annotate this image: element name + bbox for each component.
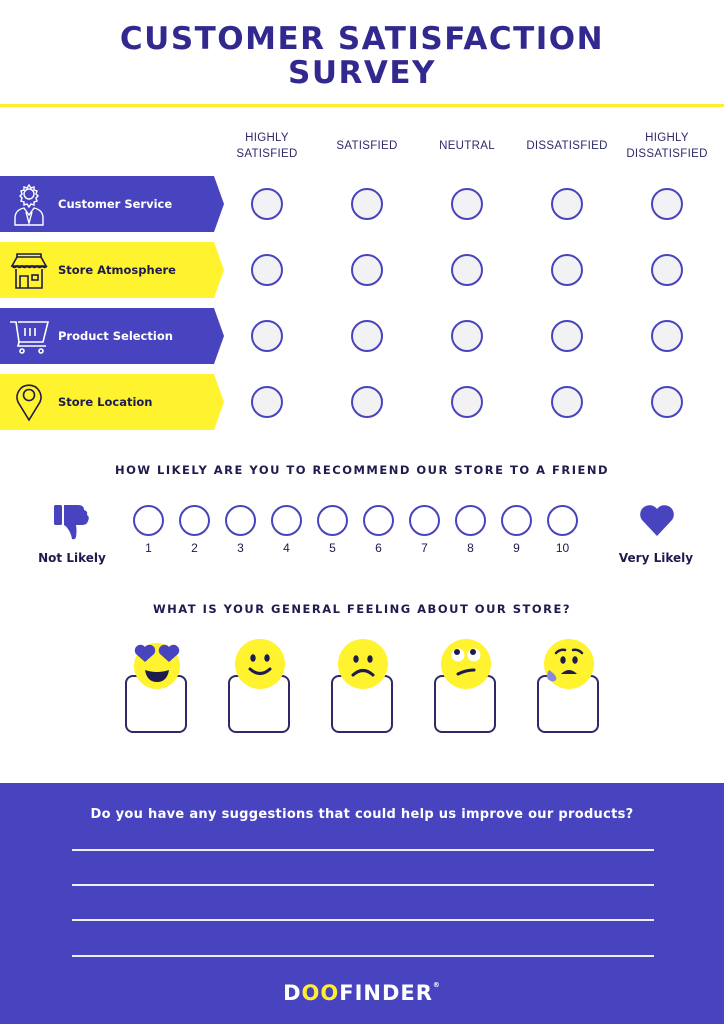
radio-store-location-dissatisfied[interactable] [551, 386, 583, 418]
column-header-satisfied: SATISFIED [336, 140, 398, 152]
smile-emoji-icon [234, 638, 286, 694]
eye-roll-emoji-icon [440, 638, 492, 694]
heart-icon [638, 503, 676, 541]
radio-store-location-neutral[interactable] [451, 386, 483, 418]
radio-product-selection-dissatisfied[interactable] [551, 320, 583, 352]
recommend-option-9[interactable] [501, 505, 532, 536]
very-likely-label: Very Likely [618, 551, 694, 565]
page-title-line-2: SURVEY [288, 55, 436, 91]
radio-store-atmosphere-highly-dissatisfied[interactable] [651, 254, 683, 286]
column-header-highly-dissatisfied: HIGHLY DISSATISFIED [626, 132, 708, 160]
recommend-option-10[interactable] [547, 505, 578, 536]
location-pin-icon [0, 382, 58, 422]
radio-product-selection-highly-dissatisfied[interactable] [651, 320, 683, 352]
row-label-customer-service: Customer Service [0, 176, 224, 232]
suggestion-line-4[interactable] [72, 955, 654, 957]
column-header-highly-satisfied: HIGHLY SATISFIED [236, 132, 298, 160]
shopping-cart-icon [0, 316, 58, 356]
column-header-neutral: NEUTRAL [439, 140, 495, 152]
radio-store-atmosphere-satisfied[interactable] [351, 254, 383, 286]
row-label-product-selection: Product Selection [0, 308, 224, 364]
row-label-store-atmosphere: Store Atmosphere [0, 242, 224, 298]
not-likely-label: Not Likely [38, 551, 106, 565]
radio-store-atmosphere-neutral[interactable] [451, 254, 483, 286]
radio-customer-service-neutral[interactable] [451, 188, 483, 220]
radio-store-atmosphere-highly-satisfied[interactable] [251, 254, 283, 286]
row-label-store-location: Store Location [0, 374, 224, 430]
suggestion-line-2[interactable] [72, 884, 654, 886]
heart-eyes-emoji-icon [131, 638, 183, 694]
recommend-option-label: 7 [421, 541, 428, 555]
row-label-text: Store Atmosphere [58, 263, 176, 277]
doofinder-logo: DOOFINDER® [283, 981, 441, 1005]
radio-customer-service-highly-satisfied[interactable] [251, 188, 283, 220]
frown-emoji-icon [337, 638, 389, 694]
logo-infinity-mark: OO [301, 981, 340, 1005]
recommend-option-7[interactable] [409, 505, 440, 536]
recommend-option-label: 3 [237, 541, 244, 555]
recommend-option-3[interactable] [225, 505, 256, 536]
thumbs-down-icon [52, 503, 90, 547]
radio-product-selection-satisfied[interactable] [351, 320, 383, 352]
recommend-option-5[interactable] [317, 505, 348, 536]
recommend-option-label: 2 [191, 541, 198, 555]
column-header-dissatisfied: DISSATISFIED [526, 140, 608, 152]
recommend-option-label: 10 [555, 541, 570, 555]
radio-store-atmosphere-dissatisfied[interactable] [551, 254, 583, 286]
radio-product-selection-neutral[interactable] [451, 320, 483, 352]
recommend-option-label: 8 [467, 541, 474, 555]
worried-sweat-emoji-icon [543, 638, 595, 694]
recommend-option-8[interactable] [455, 505, 486, 536]
suggestion-line-3[interactable] [72, 919, 654, 921]
recommend-option-label: 6 [375, 541, 382, 555]
recommend-option-2[interactable] [179, 505, 210, 536]
row-label-text: Customer Service [58, 197, 173, 211]
radio-customer-service-dissatisfied[interactable] [551, 188, 583, 220]
storefront-icon [0, 250, 58, 290]
recommend-option-label: 1 [145, 541, 152, 555]
recommend-option-4[interactable] [271, 505, 302, 536]
radio-store-location-highly-satisfied[interactable] [251, 386, 283, 418]
row-label-text: Product Selection [58, 329, 173, 343]
radio-product-selection-highly-satisfied[interactable] [251, 320, 283, 352]
recommend-question: HOW LIKELY ARE YOU TO RECOMMEND OUR STOR… [114, 463, 610, 477]
radio-customer-service-satisfied[interactable] [351, 188, 383, 220]
recommend-option-label: 4 [283, 541, 290, 555]
row-label-text: Store Location [58, 395, 153, 409]
page-title-line-1: CUSTOMER SATISFACTION [119, 21, 605, 57]
recommend-option-6[interactable] [363, 505, 394, 536]
recommend-option-1[interactable] [133, 505, 164, 536]
radio-customer-service-highly-dissatisfied[interactable] [651, 188, 683, 220]
suggestion-line-1[interactable] [72, 849, 654, 851]
radio-store-location-highly-dissatisfied[interactable] [651, 386, 683, 418]
radio-store-location-satisfied[interactable] [351, 386, 383, 418]
suggestions-question: Do you have any suggestions that could h… [90, 807, 634, 822]
title-divider [0, 104, 724, 107]
recommend-option-label: 9 [513, 541, 520, 555]
customer-service-icon [0, 182, 58, 226]
feeling-question: WHAT IS YOUR GENERAL FEELING ABOUT OUR S… [152, 602, 572, 616]
recommend-option-label: 5 [329, 541, 336, 555]
